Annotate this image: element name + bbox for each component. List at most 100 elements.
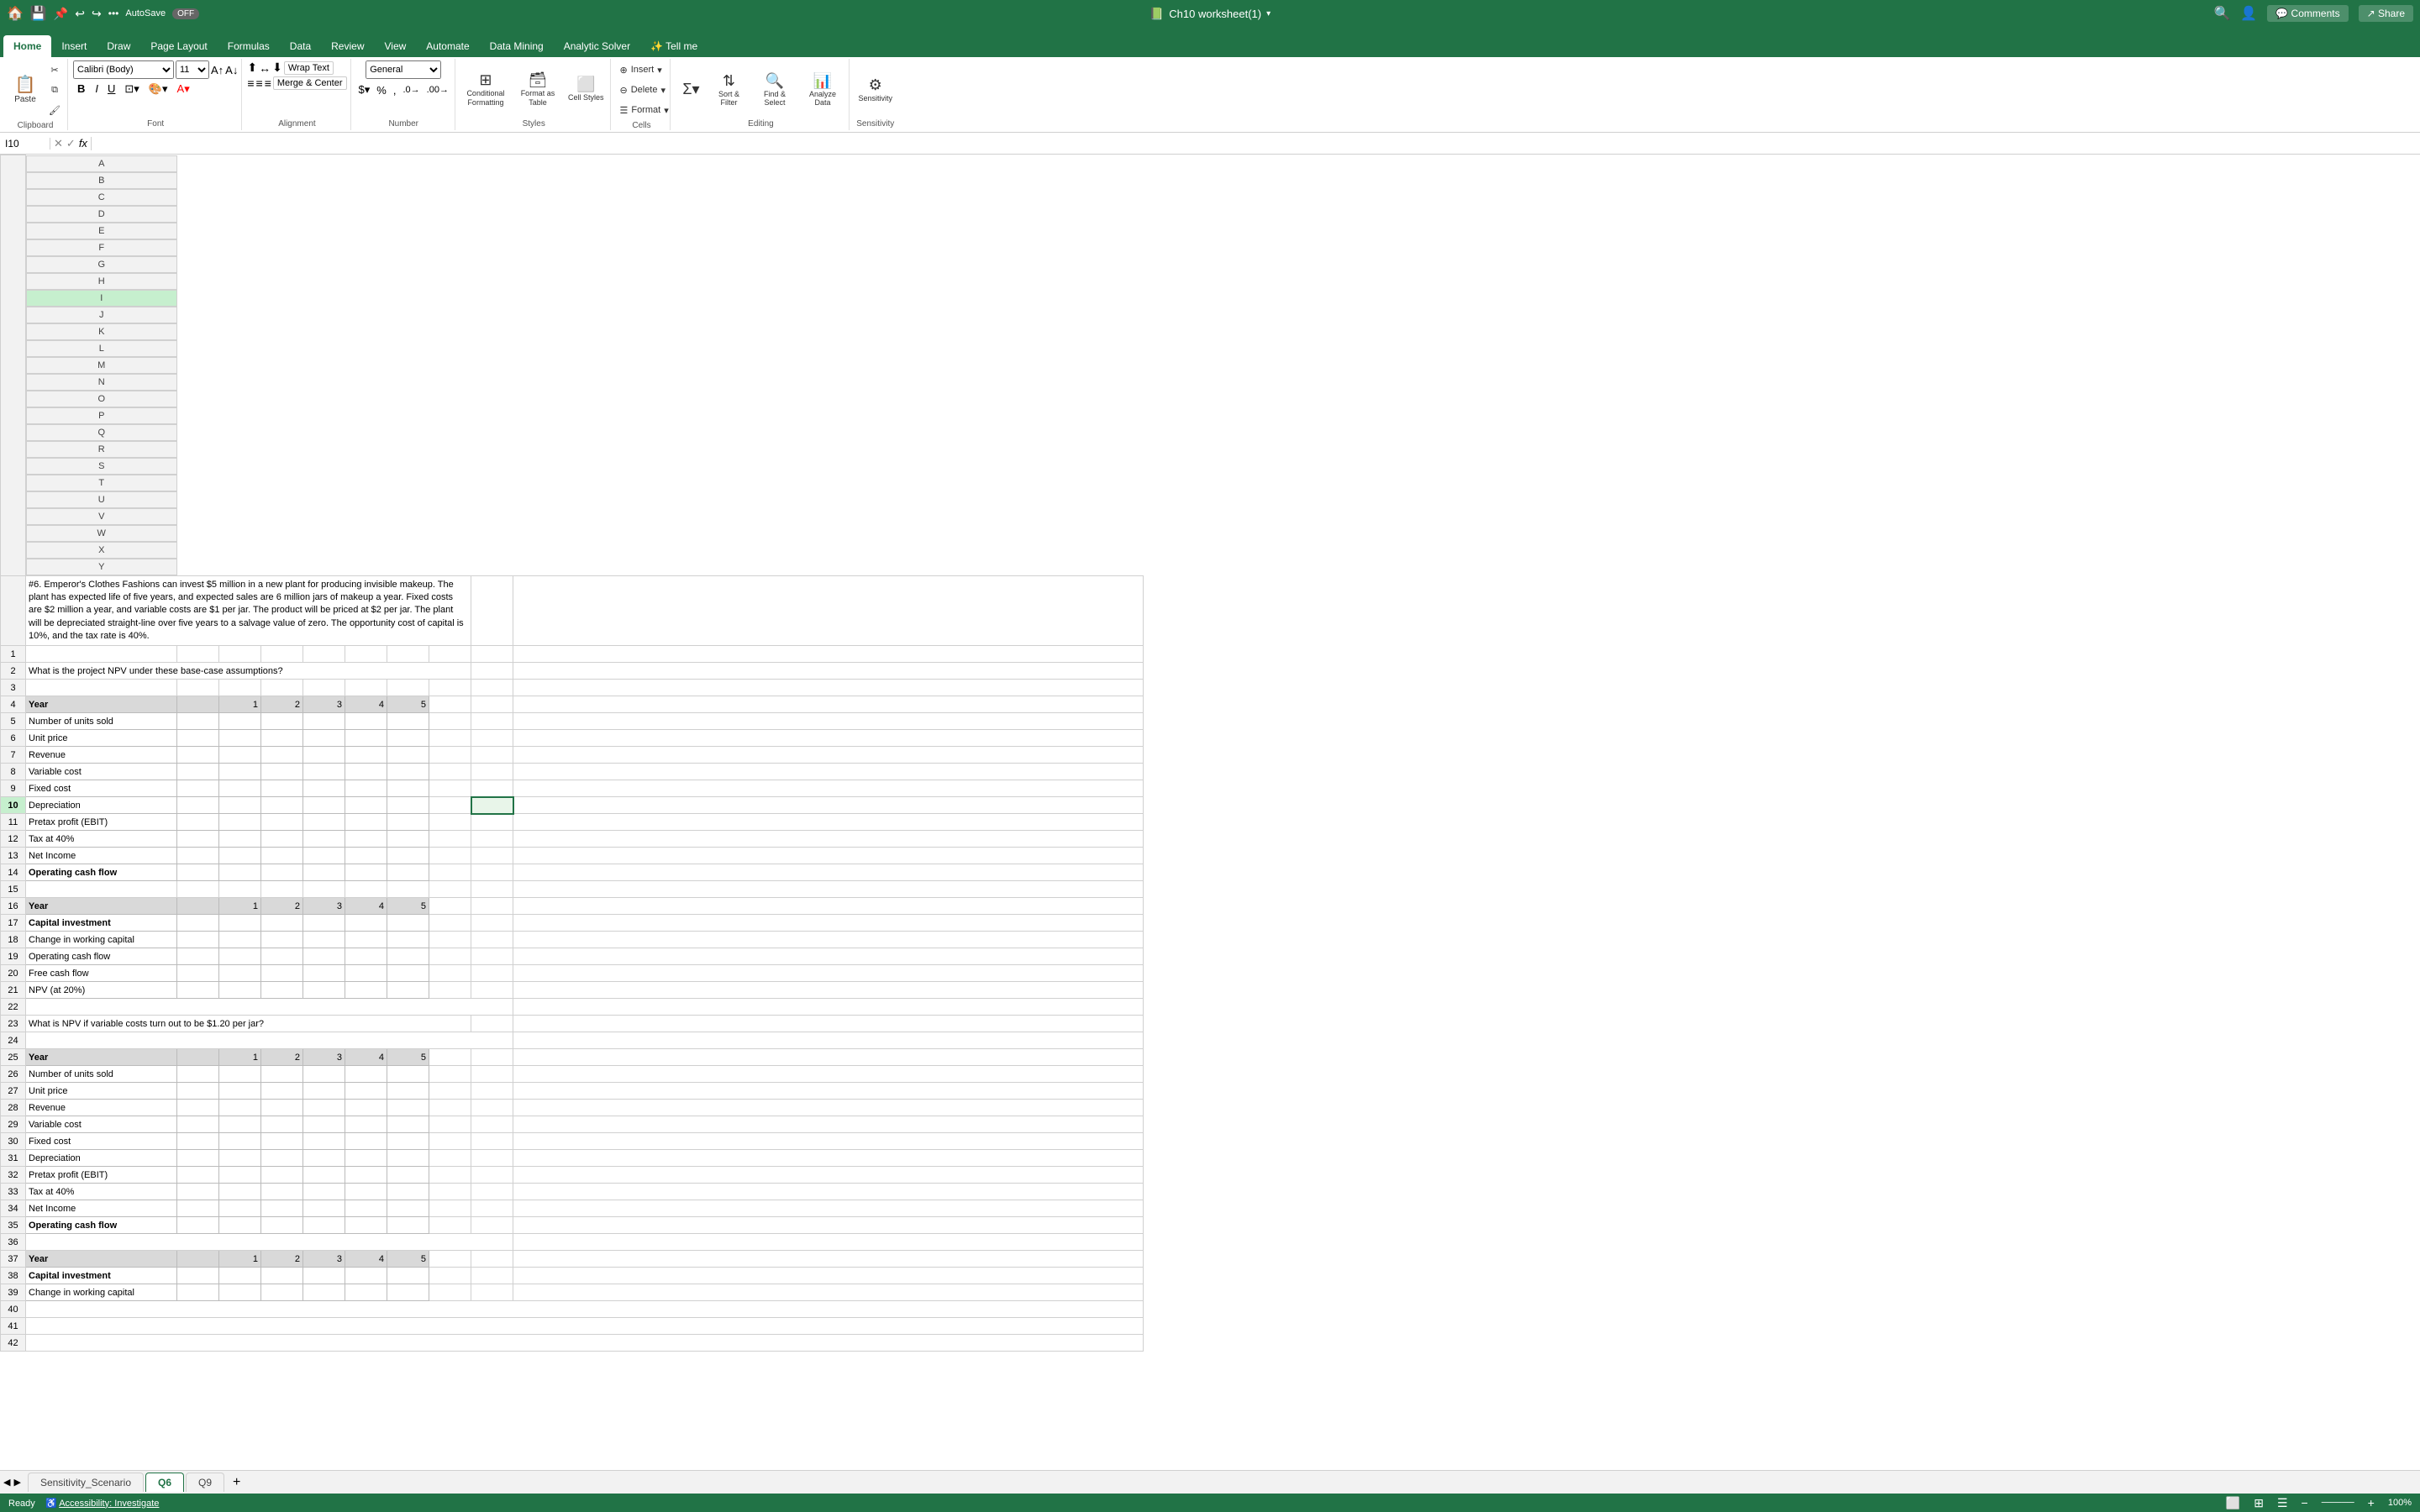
cell-G31[interactable] xyxy=(387,1150,429,1167)
sheet-tab-sensitivity[interactable]: Sensitivity_Scenario xyxy=(28,1473,144,1492)
align-middle-button[interactable]: ↔ xyxy=(259,61,271,75)
row-num-8[interactable]: 8 xyxy=(1,764,26,780)
decrease-font-button[interactable]: A↓ xyxy=(225,64,238,76)
cell-C8[interactable] xyxy=(219,764,261,780)
row-num-25[interactable]: 25 xyxy=(1,1049,26,1066)
share-button[interactable]: ↗ Share xyxy=(2359,5,2413,22)
cell-A39[interactable]: Change in working capital xyxy=(26,1284,177,1301)
cell-I8[interactable] xyxy=(471,764,513,780)
cell-F31[interactable] xyxy=(345,1150,387,1167)
cell-A14[interactable]: Operating cash flow xyxy=(26,864,177,881)
row-num-24[interactable]: 24 xyxy=(1,1032,26,1049)
cell-G17[interactable] xyxy=(387,915,429,932)
cell-I33[interactable] xyxy=(471,1184,513,1200)
row-num[interactable] xyxy=(1,575,26,646)
cell-I34[interactable] xyxy=(471,1200,513,1217)
problem-text-cell[interactable]: #6. Emperor's Clothes Fashions can inves… xyxy=(26,575,471,646)
italic-button[interactable]: I xyxy=(92,81,102,96)
cell-G25[interactable]: 5 xyxy=(387,1049,429,1066)
col-header-T[interactable]: T xyxy=(26,475,177,491)
sensitivity-button[interactable]: ⚙ Sensitivity xyxy=(855,66,896,113)
cell-I19[interactable] xyxy=(471,948,513,965)
col-header-F[interactable]: F xyxy=(26,239,177,256)
cell-G15[interactable] xyxy=(387,881,429,898)
cell-E27[interactable] xyxy=(303,1083,345,1100)
cell-B31[interactable] xyxy=(177,1150,219,1167)
cell-E33[interactable] xyxy=(303,1184,345,1200)
cell-F8[interactable] xyxy=(345,764,387,780)
cell-A5[interactable]: Number of units sold xyxy=(26,713,177,730)
row-num-6[interactable]: 6 xyxy=(1,730,26,747)
cell-D35[interactable] xyxy=(261,1217,303,1234)
cell-F10[interactable] xyxy=(345,797,387,814)
row-num-40[interactable]: 40 xyxy=(1,1301,26,1318)
cell-F28[interactable] xyxy=(345,1100,387,1116)
cell-A33[interactable]: Tax at 40% xyxy=(26,1184,177,1200)
row-num-4[interactable]: 4 xyxy=(1,696,26,713)
cell-I38[interactable] xyxy=(471,1268,513,1284)
cell-I25[interactable] xyxy=(471,1049,513,1066)
cell-D19[interactable] xyxy=(261,948,303,965)
page-break-view-button[interactable]: ☰ xyxy=(2277,1496,2288,1510)
cell-A10[interactable]: Depreciation xyxy=(26,797,177,814)
cut-button[interactable]: ✂ xyxy=(45,60,64,79)
cell-F12[interactable] xyxy=(345,831,387,848)
cell-F14[interactable] xyxy=(345,864,387,881)
cell-H1[interactable] xyxy=(429,646,471,663)
cell-I5[interactable] xyxy=(471,713,513,730)
col-header-O[interactable]: O xyxy=(26,391,177,407)
cell-C18[interactable] xyxy=(219,932,261,948)
cell-E31[interactable] xyxy=(303,1150,345,1167)
cell-B38[interactable] xyxy=(177,1268,219,1284)
cell-B9[interactable] xyxy=(177,780,219,797)
cell-A13[interactable]: Net Income xyxy=(26,848,177,864)
cell-H11[interactable] xyxy=(429,814,471,831)
cell-B7[interactable] xyxy=(177,747,219,764)
cell-F18[interactable] xyxy=(345,932,387,948)
cell-E8[interactable] xyxy=(303,764,345,780)
row-num-28[interactable]: 28 xyxy=(1,1100,26,1116)
analyze-data-button[interactable]: 📊 Analyze Data xyxy=(799,66,845,113)
cell-F25[interactable]: 4 xyxy=(345,1049,387,1066)
font-family-select[interactable]: Calibri (Body) xyxy=(73,60,174,79)
sheet-tab-q9[interactable]: Q9 xyxy=(186,1473,224,1492)
cell-B3[interactable] xyxy=(177,680,219,696)
cell-D18[interactable] xyxy=(261,932,303,948)
cell-E30[interactable] xyxy=(303,1133,345,1150)
cell-B6[interactable] xyxy=(177,730,219,747)
col-header-J[interactable]: J xyxy=(26,307,177,323)
accessibility-label[interactable]: Accessibility: Investigate xyxy=(59,1499,159,1509)
cell-C7[interactable] xyxy=(219,747,261,764)
col-header-R[interactable]: R xyxy=(26,441,177,458)
cell-B16[interactable] xyxy=(177,898,219,915)
cell-H19[interactable] xyxy=(429,948,471,965)
align-right-button[interactable]: ≡ xyxy=(265,76,271,90)
conditional-formatting-button[interactable]: ⊞ Conditional Formatting xyxy=(460,66,511,113)
cell-E28[interactable] xyxy=(303,1100,345,1116)
cell-E1[interactable] xyxy=(303,646,345,663)
cell-E15[interactable] xyxy=(303,881,345,898)
col-header-C[interactable]: C xyxy=(26,189,177,206)
cell-I3[interactable] xyxy=(471,680,513,696)
cell-F6[interactable] xyxy=(345,730,387,747)
cell-B28[interactable] xyxy=(177,1100,219,1116)
cell-E10[interactable] xyxy=(303,797,345,814)
cell-B4[interactable] xyxy=(177,696,219,713)
cell-G16[interactable]: 5 xyxy=(387,898,429,915)
cell-F32[interactable] xyxy=(345,1167,387,1184)
row-num-15[interactable]: 15 xyxy=(1,881,26,898)
cell-D13[interactable] xyxy=(261,848,303,864)
col-header-Q[interactable]: Q xyxy=(26,424,177,441)
cell-E38[interactable] xyxy=(303,1268,345,1284)
cell-G3[interactable] xyxy=(387,680,429,696)
cell-H8[interactable] xyxy=(429,764,471,780)
zoom-in-button[interactable]: + xyxy=(2368,1496,2375,1509)
cell-F11[interactable] xyxy=(345,814,387,831)
sheet-tab-q6[interactable]: Q6 xyxy=(145,1473,184,1492)
cell-G11[interactable] xyxy=(387,814,429,831)
cell-B39[interactable] xyxy=(177,1284,219,1301)
cell-I17[interactable] xyxy=(471,915,513,932)
cell-D27[interactable] xyxy=(261,1083,303,1100)
align-top-button[interactable]: ⬆ xyxy=(247,60,257,75)
cell-E39[interactable] xyxy=(303,1284,345,1301)
